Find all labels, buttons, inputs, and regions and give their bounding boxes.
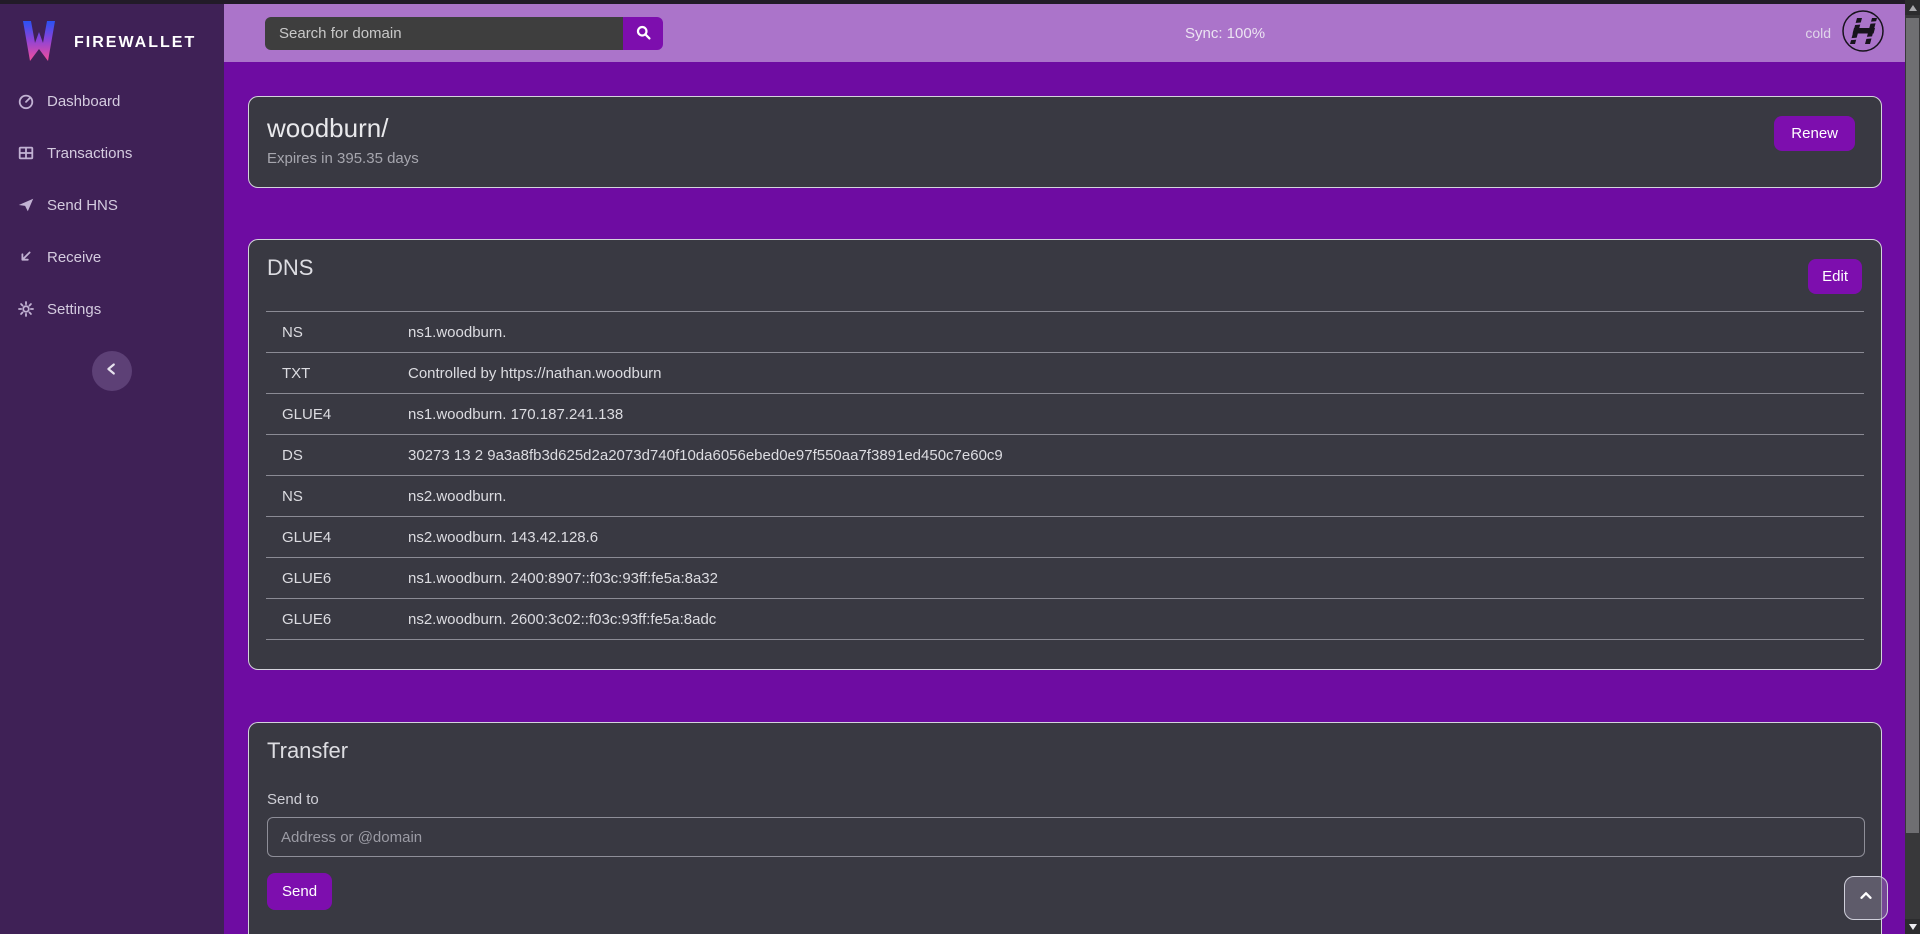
dns-title: DNS: [267, 255, 1881, 281]
dns-record-row: GLUE4ns1.woodburn. 170.187.241.138: [266, 394, 1864, 435]
sidebar-item-label: Settings: [47, 301, 101, 318]
scrollbar-thumb[interactable]: [1906, 18, 1919, 833]
dns-record-row: DS30273 13 2 9a3a8fb3d625d2a2073d740f10d…: [266, 435, 1864, 476]
dns-record-type: GLUE6: [266, 570, 408, 587]
sidebar-item-receive[interactable]: Receive: [0, 242, 224, 272]
dns-record-row: GLUE4ns2.woodburn. 143.42.128.6: [266, 517, 1864, 558]
scrollbar-down-arrow[interactable]: [1905, 919, 1920, 934]
vertical-scrollbar[interactable]: [1905, 0, 1920, 934]
sidebar: FIREWALLET Dashboard Transactions Send H…: [0, 0, 224, 934]
dns-record-value: Controlled by https://nathan.woodburn: [408, 365, 1864, 382]
transfer-title: Transfer: [267, 738, 1881, 764]
search-icon: [635, 24, 652, 44]
domain-expiry: Expires in 395.35 days: [267, 150, 1881, 167]
sidebar-collapse-button[interactable]: [92, 351, 132, 391]
dns-record-type: TXT: [266, 365, 408, 382]
sidebar-item-transactions[interactable]: Transactions: [0, 138, 224, 168]
search-input[interactable]: [265, 17, 623, 50]
chevron-up-icon: [1857, 887, 1875, 910]
table-icon: [17, 144, 35, 162]
scrollbar-up-arrow[interactable]: [1905, 0, 1920, 15]
dns-record-type: GLUE6: [266, 611, 408, 628]
sync-status: Sync: 100%: [1185, 4, 1265, 62]
send-transfer-button[interactable]: Send: [267, 873, 332, 910]
dns-record-type: DS: [266, 447, 408, 464]
dns-record-type: NS: [266, 488, 408, 505]
dns-record-row: GLUE6ns1.woodburn. 2400:8907::f03c:93ff:…: [266, 558, 1864, 599]
wallet-name: cold: [1805, 25, 1831, 41]
dns-record-value: ns1.woodburn. 170.187.241.138: [408, 406, 1864, 423]
dns-record-type: GLUE4: [266, 529, 408, 546]
top-divider: [0, 0, 1920, 4]
dns-record-value: ns2.woodburn. 143.42.128.6: [408, 529, 1864, 546]
sidebar-item-label: Transactions: [47, 145, 132, 162]
renew-button[interactable]: Renew: [1774, 116, 1855, 151]
arrow-down-left-icon: [17, 248, 35, 266]
sidebar-nav: Dashboard Transactions Send HNS Receive: [0, 86, 224, 324]
wallet-selector[interactable]: cold: [1805, 4, 1885, 62]
send-to-label: Send to: [267, 791, 1881, 808]
transfer-address-input[interactable]: [267, 817, 1865, 857]
firewallet-app: FIREWALLET Dashboard Transactions Send H…: [0, 0, 1920, 934]
dns-records-table: NSns1.woodburn.TXTControlled by https://…: [266, 311, 1864, 640]
domain-name: woodburn/: [267, 113, 1881, 144]
sidebar-item-label: Receive: [47, 249, 101, 266]
dns-record-value: ns1.woodburn. 2400:8907::f03c:93ff:fe5a:…: [408, 570, 1864, 587]
brand: FIREWALLET: [0, 0, 224, 72]
sidebar-item-label: Send HNS: [47, 197, 118, 214]
dns-record-type: NS: [266, 324, 408, 341]
brand-name: FIREWALLET: [74, 34, 196, 52]
domain-card: woodburn/ Expires in 395.35 days Renew: [248, 96, 1882, 188]
topbar: Sync: 100% cold: [224, 4, 1905, 62]
paper-plane-icon: [17, 196, 35, 214]
edit-dns-button[interactable]: Edit: [1808, 259, 1862, 294]
dns-record-value: ns1.woodburn.: [408, 324, 1864, 341]
dns-record-type: GLUE4: [266, 406, 408, 423]
sidebar-item-settings[interactable]: Settings: [0, 294, 224, 324]
sidebar-item-send-hns[interactable]: Send HNS: [0, 190, 224, 220]
domain-search: [265, 17, 663, 50]
handshake-logo-icon: [1841, 9, 1885, 58]
chevron-left-icon: [103, 360, 121, 383]
dns-card: DNS Edit NSns1.woodburn.TXTControlled by…: [248, 239, 1882, 670]
sidebar-item-dashboard[interactable]: Dashboard: [0, 86, 224, 116]
dns-record-row: TXTControlled by https://nathan.woodburn: [266, 353, 1864, 394]
dns-record-value: ns2.woodburn. 2600:3c02::f03c:93ff:fe5a:…: [408, 611, 1864, 628]
dns-record-row: NSns1.woodburn.: [266, 312, 1864, 353]
dns-record-row: GLUE6ns2.woodburn. 2600:3c02::f03c:93ff:…: [266, 599, 1864, 640]
gauge-icon: [17, 92, 35, 110]
triangle-up-icon: [1909, 5, 1917, 11]
triangle-down-icon: [1909, 924, 1917, 930]
firewallet-logo-icon: [18, 19, 60, 68]
gear-icon: [17, 300, 35, 318]
dns-record-value: 30273 13 2 9a3a8fb3d625d2a2073d740f10da6…: [408, 447, 1864, 464]
dns-record-value: ns2.woodburn.: [408, 488, 1864, 505]
sidebar-item-label: Dashboard: [47, 93, 120, 110]
transfer-card: Transfer Send to Send: [248, 722, 1882, 934]
search-button[interactable]: [623, 17, 663, 50]
scroll-to-top-button[interactable]: [1844, 876, 1888, 920]
dns-record-row: NSns2.woodburn.: [266, 476, 1864, 517]
